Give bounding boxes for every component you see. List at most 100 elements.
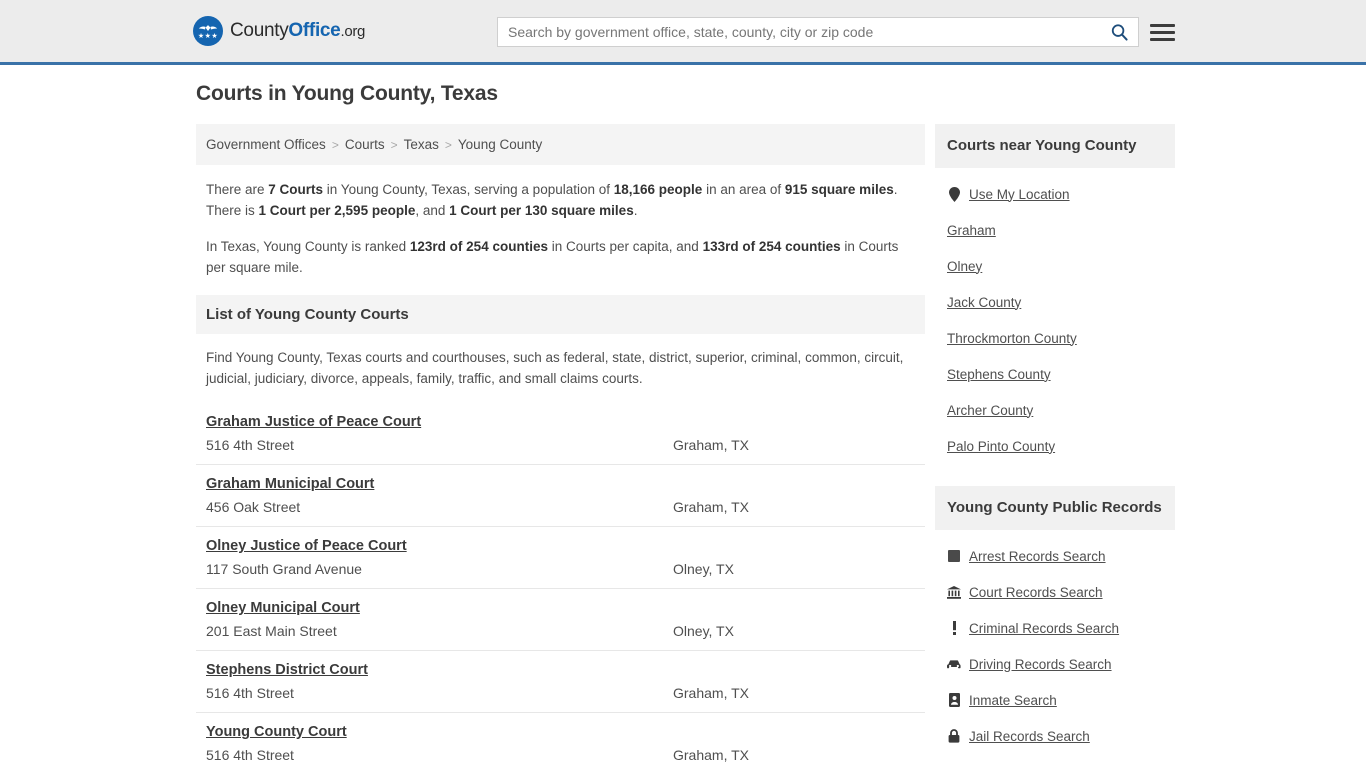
logo-text-county: County (230, 20, 289, 41)
court-detail-line: 516 4th Street Graham, TX (206, 437, 915, 453)
nearby-item: Use My Location (947, 176, 1175, 212)
court-address: 516 4th Street (206, 437, 294, 453)
site-header: ★★★ CountyOffice.org (0, 0, 1366, 65)
exclamation-icon (947, 620, 961, 636)
fingerprint-square-icon (947, 548, 961, 564)
statistics-paragraph-2: In Texas, Young County is ranked 123rd o… (206, 236, 915, 278)
public-record-link[interactable]: Arrest Records Search (969, 549, 1106, 564)
breadcrumb-item-government-offices[interactable]: Government Offices (206, 137, 326, 152)
page-body: Courts in Young County, Texas Government… (0, 65, 1366, 768)
eagle-emblem-icon: ★★★ (193, 16, 223, 46)
public-records-block: Young County Public Records Arrest Recor… (935, 486, 1175, 754)
public-record-link[interactable]: Criminal Records Search (969, 621, 1119, 636)
list-section-heading: List of Young County Courts (196, 295, 925, 334)
court-city: Graham, TX (673, 499, 749, 515)
nearby-item: Palo Pinto County (947, 428, 1175, 464)
court-name-link[interactable]: Stephens District Court (206, 662, 368, 678)
nearby-link[interactable]: Use My Location (969, 187, 1070, 202)
breadcrumb-item-young-county: Young County (457, 137, 543, 152)
public-record-link[interactable]: Driving Records Search (969, 657, 1112, 672)
stat-per-area: 1 Court per 130 square miles (449, 203, 634, 218)
court-detail-line: 456 Oak Street Graham, TX (206, 499, 915, 515)
court-name-link[interactable]: Graham Justice of Peace Court (206, 414, 421, 430)
nearby-courts-list: Use My Location Graham Olney Jack County Thr… (935, 168, 1175, 464)
court-city: Olney, TX (673, 561, 734, 577)
stat-text: In Texas, Young County is ranked (206, 239, 410, 254)
stat-text: in Young County, Texas, serving a popula… (323, 182, 614, 197)
court-name-link[interactable]: Graham Municipal Court (206, 476, 374, 492)
breadcrumb: Government Offices > Courts > Texas > Yo… (196, 124, 925, 165)
nearby-item: Jack County (947, 284, 1175, 320)
stat-text: . (633, 203, 638, 218)
court-row: Graham Justice of Peace Court 516 4th Str… (196, 403, 925, 464)
logo-wordmark: CountyOffice.org (230, 20, 365, 42)
stat-area: 915 square miles (784, 182, 894, 197)
court-row: Stephens District Court 516 4th Street Gra… (196, 650, 925, 712)
nearby-link[interactable]: Olney (947, 259, 982, 274)
nearby-link[interactable]: Graham (947, 223, 996, 238)
breadcrumb-separator: > (444, 137, 452, 152)
nearby-link[interactable]: Jack County (947, 295, 1021, 310)
court-detail-line: 201 East Main Street Olney, TX (206, 623, 915, 639)
nearby-item: Olney (947, 248, 1175, 284)
car-icon (947, 656, 961, 672)
public-record-link[interactable]: Jail Records Search (969, 729, 1090, 744)
menu-bar-2 (1150, 31, 1175, 34)
breadcrumb-separator: > (390, 137, 398, 152)
stat-rank-per-area: 133rd of 254 counties (702, 239, 841, 254)
search-button[interactable] (1100, 18, 1138, 46)
nearby-item: Graham (947, 212, 1175, 248)
court-row: Graham Municipal Court 456 Oak Street Grah… (196, 464, 925, 526)
court-detail-line: 516 4th Street Graham, TX (206, 685, 915, 701)
court-city: Graham, TX (673, 685, 749, 701)
breadcrumb-item-courts[interactable]: Courts (345, 137, 385, 152)
stat-population: 18,166 people (613, 182, 703, 197)
public-record-item: Criminal Records Search (947, 610, 1175, 646)
county-statistics: There are 7 Courts in Young County, Texa… (196, 165, 925, 278)
content-columns: Government Offices > Courts > Texas > Yo… (196, 124, 1366, 768)
public-records-list: Arrest Records Search Court Records Searc… (935, 530, 1175, 754)
sidebar: Courts near Young County Use My Location… (935, 124, 1175, 768)
stat-text: in Courts per capita, and (547, 239, 703, 254)
eagle-glyph (198, 24, 218, 31)
court-name-link[interactable]: Olney Justice of Peace Court (206, 538, 407, 554)
court-city: Olney, TX (673, 623, 734, 639)
court-address: 456 Oak Street (206, 499, 301, 515)
court-row: Olney Municipal Court 201 East Main Stree… (196, 588, 925, 650)
stat-rank-per-capita: 123rd of 254 counties (409, 239, 548, 254)
stat-courts-count: 7 Courts (268, 182, 324, 197)
court-name-link[interactable]: Young County Court (206, 724, 347, 740)
nearby-item: Stephens County (947, 356, 1175, 392)
stat-text: , and (415, 203, 450, 218)
search-icon (1111, 23, 1128, 41)
public-record-item: Driving Records Search (947, 646, 1175, 682)
hamburger-menu-icon[interactable] (1150, 20, 1175, 45)
nearby-link[interactable]: Stephens County (947, 367, 1051, 382)
search-bar (497, 17, 1139, 47)
statistics-paragraph-1: There are 7 Courts in Young County, Texa… (206, 179, 915, 221)
court-address: 516 4th Street (206, 685, 294, 701)
menu-bar-1 (1150, 24, 1175, 27)
court-name-link[interactable]: Olney Municipal Court (206, 600, 360, 616)
site-logo[interactable]: ★★★ CountyOffice.org (193, 16, 365, 46)
court-row: Olney Justice of Peace Court 117 South Gr… (196, 526, 925, 588)
nearby-item: Archer County (947, 392, 1175, 428)
public-record-item: Jail Records Search (947, 718, 1175, 754)
public-record-link[interactable]: Inmate Search (969, 693, 1057, 708)
stat-per-capita: 1 Court per 2,595 people (258, 203, 416, 218)
nearby-link[interactable]: Throckmorton County (947, 331, 1077, 346)
public-records-heading: Young County Public Records (935, 486, 1175, 530)
menu-bar-3 (1150, 38, 1175, 41)
nearby-courts-block: Courts near Young County Use My Location… (935, 124, 1175, 464)
stat-text: in an area of (702, 182, 785, 197)
court-address: 201 East Main Street (206, 623, 337, 639)
public-record-link[interactable]: Court Records Search (969, 585, 1103, 600)
id-badge-icon (947, 692, 961, 708)
public-record-item: Arrest Records Search (947, 538, 1175, 574)
search-input[interactable] (498, 18, 1100, 46)
stat-text: There are (206, 182, 269, 197)
nearby-link[interactable]: Palo Pinto County (947, 439, 1055, 454)
nearby-link[interactable]: Archer County (947, 403, 1033, 418)
breadcrumb-item-texas[interactable]: Texas (404, 137, 439, 152)
main-column: Government Offices > Courts > Texas > Yo… (196, 124, 925, 768)
